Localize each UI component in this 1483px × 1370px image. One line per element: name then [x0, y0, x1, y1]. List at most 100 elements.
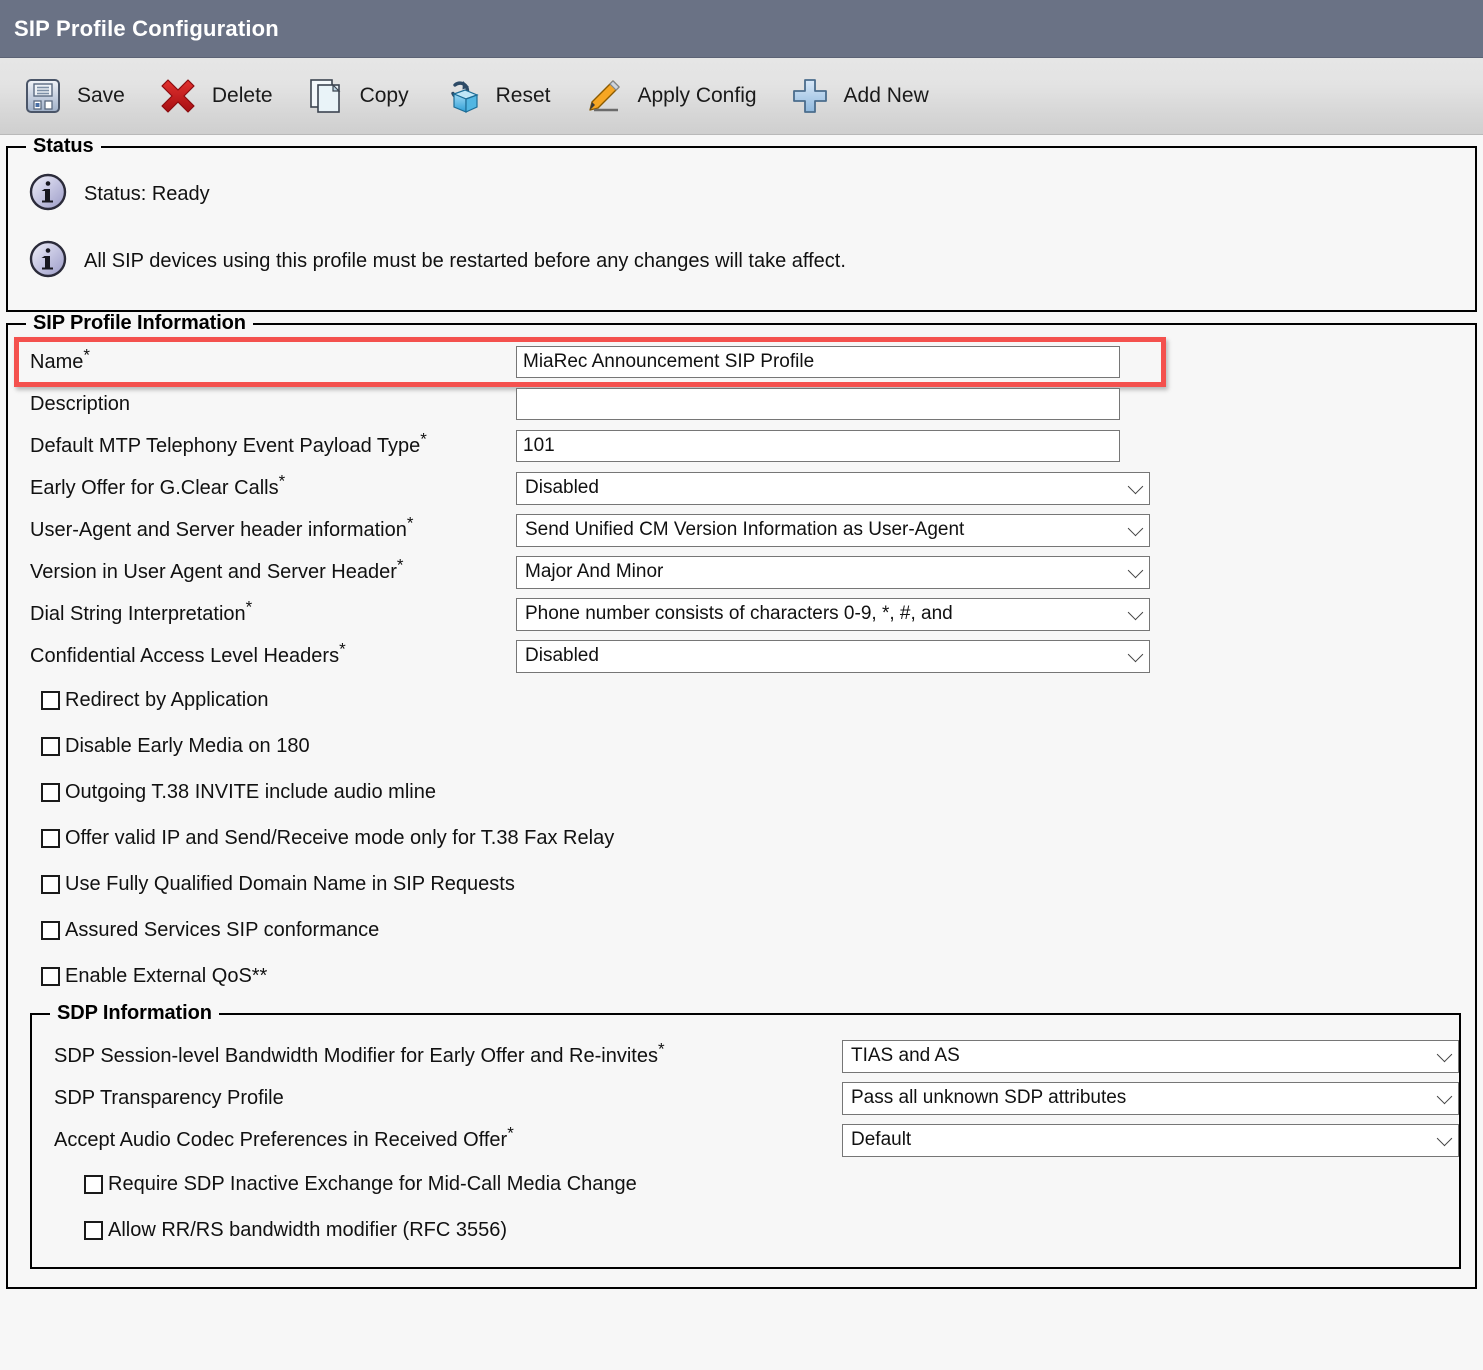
sdp-information-panel: SDP Information SDP Session-level Bandwi…: [30, 1002, 1461, 1269]
offer-valid-ip-checkbox[interactable]: [41, 828, 60, 848]
sdp-transparency-profile-label: SDP Transparency Profile: [32, 1087, 842, 1110]
required-marker: *: [420, 428, 427, 448]
require-sdp-inactive-row[interactable]: Require SDP Inactive Exchange for Mid-Ca…: [32, 1161, 1459, 1207]
sip-profile-information-panel: SIP Profile Information Name* Descriptio…: [6, 312, 1477, 1289]
name-row: Name*: [8, 337, 1475, 387]
early-offer-gclear-value: Disabled: [525, 477, 599, 498]
assured-services-label: Assured Services SIP conformance: [65, 918, 380, 941]
use-fqdn-row[interactable]: Use Fully Qualified Domain Name in SIP R…: [8, 861, 1475, 907]
required-marker: *: [339, 638, 346, 658]
accept-audio-codec-row: Accept Audio Codec Preferences in Receiv…: [32, 1119, 1459, 1161]
delete-button-label: Delete: [211, 84, 273, 107]
description-input[interactable]: [516, 388, 1120, 420]
window-title-bar: SIP Profile Configuration: [0, 0, 1483, 58]
sdp-transparency-profile-row: SDP Transparency Profile Pass all unknow…: [32, 1077, 1459, 1119]
accept-audio-codec-value: Default: [851, 1129, 912, 1150]
status-message: All SIP devices using this profile must …: [84, 250, 846, 272]
dial-string-interpretation-select[interactable]: Phone number consists of characters 0-9,…: [516, 597, 1150, 631]
status-row: Status: Ready: [26, 170, 1457, 219]
sdp-session-bandwidth-row: SDP Session-level Bandwidth Modifier for…: [32, 1035, 1459, 1077]
required-marker: *: [396, 554, 404, 574]
copy-pages-icon: [305, 75, 347, 117]
version-user-agent-label: Version in User Agent and Server Header*: [8, 556, 516, 584]
outgoing-t38-invite-label: Outgoing T.38 INVITE include audio mline: [65, 780, 436, 803]
outgoing-t38-invite-checkbox[interactable]: [41, 782, 60, 802]
require-sdp-inactive-label: Require SDP Inactive Exchange for Mid-Ca…: [108, 1172, 637, 1195]
allow-rr-rs-bandwidth-label: Allow RR/RS bandwidth modifier (RFC 3556…: [108, 1218, 508, 1241]
chevron-down-icon: [1436, 1088, 1453, 1105]
toolbar: Save Delete Copy Reset Apply Config Add …: [0, 58, 1483, 135]
name-input[interactable]: [516, 346, 1120, 378]
info-icon: [26, 237, 70, 286]
accept-audio-codec-label-text: Accept Audio Codec Preferences in Receiv…: [54, 1128, 508, 1151]
sdp-information-legend: SDP Information: [50, 1002, 219, 1025]
disable-early-media-checkbox[interactable]: [41, 736, 60, 756]
redirect-by-application-label: Redirect by Application: [65, 688, 269, 711]
user-agent-header-label-text: User-Agent and Server header information: [30, 518, 407, 541]
status-panel: Status Status: Ready All SIP devices usi…: [6, 135, 1477, 312]
delete-button[interactable]: Delete: [151, 66, 279, 126]
chevron-down-icon: [1127, 604, 1144, 621]
chevron-down-icon: [1436, 1130, 1453, 1147]
version-user-agent-row: Version in User Agent and Server Header*…: [8, 551, 1475, 593]
sdp-session-bandwidth-select[interactable]: TIAS and AS: [842, 1039, 1459, 1073]
confidential-access-level-select[interactable]: Disabled: [516, 639, 1150, 673]
user-agent-header-label: User-Agent and Server header information…: [8, 514, 516, 542]
description-row: Description: [8, 383, 1475, 425]
version-user-agent-select[interactable]: Major And Minor: [516, 555, 1150, 589]
require-sdp-inactive-checkbox[interactable]: [84, 1174, 103, 1194]
dial-string-interpretation-value: Phone number consists of characters 0-9,…: [525, 603, 953, 624]
offer-valid-ip-row[interactable]: Offer valid IP and Send/Receive mode onl…: [8, 815, 1475, 861]
redirect-by-application-row[interactable]: Redirect by Application: [8, 677, 1475, 723]
add-new-button-label: Add New: [843, 84, 929, 107]
enable-external-qos-checkbox[interactable]: [41, 966, 60, 986]
sdp-transparency-profile-value: Pass all unknown SDP attributes: [851, 1087, 1127, 1108]
enable-external-qos-label: Enable External QoS**: [65, 964, 268, 987]
chevron-down-icon: [1127, 562, 1144, 579]
allow-rr-rs-bandwidth-checkbox[interactable]: [84, 1220, 103, 1240]
early-offer-gclear-label-text: Early Offer for G.Clear Calls: [30, 476, 279, 499]
use-fqdn-checkbox[interactable]: [41, 874, 60, 894]
copy-button[interactable]: Copy: [299, 66, 415, 126]
accept-audio-codec-select[interactable]: Default: [842, 1123, 1459, 1157]
early-offer-gclear-select[interactable]: Disabled: [516, 471, 1150, 505]
info-icon: [26, 170, 70, 219]
early-offer-gclear-row: Early Offer for G.Clear Calls* Disabled: [8, 467, 1475, 509]
assured-services-row[interactable]: Assured Services SIP conformance: [8, 907, 1475, 953]
outgoing-t38-invite-row[interactable]: Outgoing T.38 INVITE include audio mline: [8, 769, 1475, 815]
dial-string-interpretation-label-text: Dial String Interpretation: [30, 602, 246, 625]
enable-external-qos-row[interactable]: Enable External QoS**: [8, 953, 1475, 999]
redirect-by-application-checkbox[interactable]: [41, 690, 60, 710]
save-button-label: Save: [77, 84, 125, 107]
reset-cube-icon: [441, 75, 483, 117]
dial-string-interpretation-row: Dial String Interpretation* Phone number…: [8, 593, 1475, 635]
apply-config-button[interactable]: Apply Config: [576, 66, 762, 126]
sdp-transparency-profile-select[interactable]: Pass all unknown SDP attributes: [842, 1081, 1459, 1115]
sdp-session-bandwidth-label: SDP Session-level Bandwidth Modifier for…: [32, 1040, 842, 1068]
name-label-text: Name: [30, 350, 84, 373]
status-message: Status: Ready: [84, 183, 210, 205]
floppy-disk-icon: [22, 75, 64, 117]
required-marker: *: [657, 1038, 665, 1058]
reset-button[interactable]: Reset: [435, 66, 557, 126]
default-mtp-payload-input[interactable]: [516, 430, 1120, 462]
required-marker: *: [406, 512, 414, 532]
default-mtp-payload-row: Default MTP Telephony Event Payload Type…: [8, 425, 1475, 467]
add-new-button[interactable]: Add New: [783, 66, 935, 126]
sip-profile-information-legend: SIP Profile Information: [26, 312, 253, 335]
user-agent-header-row: User-Agent and Server header information…: [8, 509, 1475, 551]
user-agent-header-select[interactable]: Send Unified CM Version Information as U…: [516, 513, 1150, 547]
status-row: All SIP devices using this profile must …: [26, 237, 1457, 286]
blue-plus-icon: [789, 75, 831, 117]
offer-valid-ip-label: Offer valid IP and Send/Receive mode onl…: [65, 826, 615, 849]
status-panel-legend: Status: [26, 135, 101, 158]
disable-early-media-row[interactable]: Disable Early Media on 180: [8, 723, 1475, 769]
chevron-down-icon: [1127, 520, 1144, 537]
allow-rr-rs-bandwidth-row[interactable]: Allow RR/RS bandwidth modifier (RFC 3556…: [32, 1207, 1459, 1253]
assured-services-checkbox[interactable]: [41, 920, 60, 940]
save-button[interactable]: Save: [16, 66, 131, 126]
copy-button-label: Copy: [359, 84, 409, 107]
chevron-down-icon: [1436, 1046, 1453, 1063]
confidential-access-level-value: Disabled: [525, 645, 599, 666]
version-user-agent-value: Major And Minor: [525, 561, 664, 582]
